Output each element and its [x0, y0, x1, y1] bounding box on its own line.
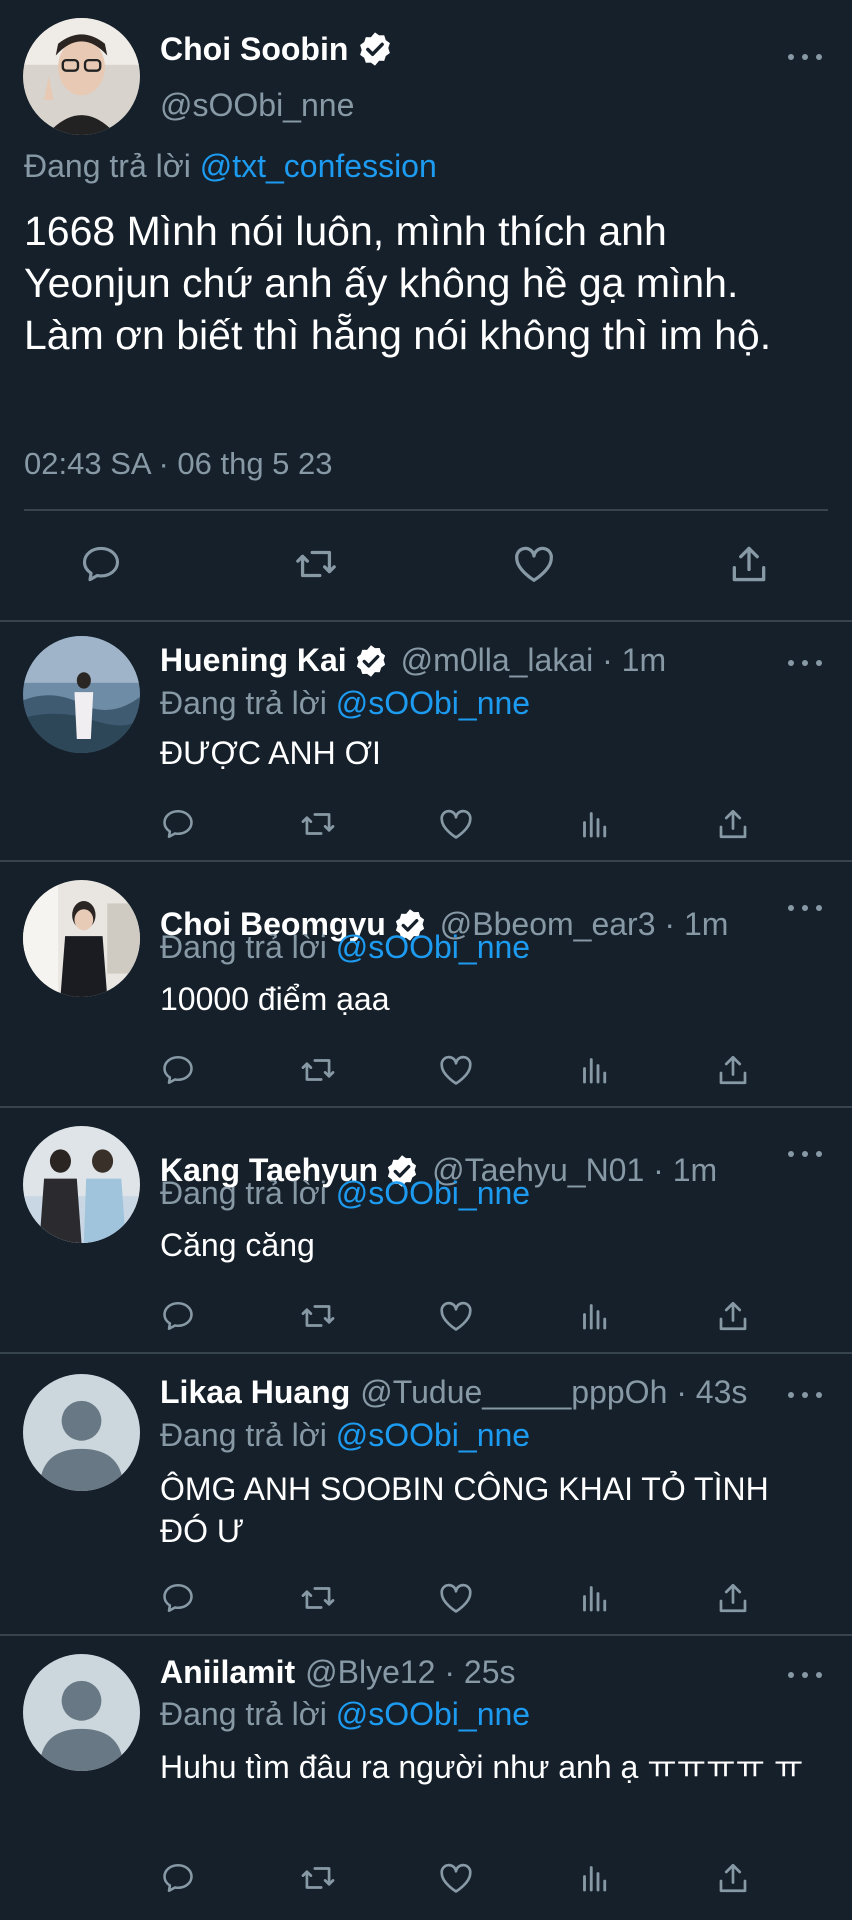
reply-prefix: Đang trả lời — [160, 929, 327, 965]
retweet-icon[interactable] — [298, 1858, 338, 1898]
divider — [24, 509, 828, 511]
reply-handle-link[interactable]: @sOObi_nne — [336, 1175, 530, 1211]
avatar[interactable] — [23, 880, 140, 997]
avatar[interactable] — [23, 1374, 140, 1491]
reply-icon[interactable] — [158, 804, 198, 844]
share-icon[interactable] — [713, 1050, 753, 1090]
display-name[interactable]: Choi Soobin — [160, 30, 394, 68]
display-name[interactable]: Likaa Huang — [160, 1374, 350, 1411]
reply-icon[interactable] — [158, 1578, 198, 1618]
handle-and-time: @Tudue_____pppOh · 43s — [360, 1374, 748, 1410]
reply-prefix: Đang trả lời — [24, 148, 191, 184]
reply-context: Đang trả lời @sOObi_nne — [160, 929, 530, 966]
reply-tweet[interactable]: Likaa Huang @Tudue_____pppOh · 43s Đang … — [0, 1354, 852, 1634]
display-name[interactable]: Huening Kai — [160, 642, 347, 679]
reply-prefix: Đang trả lời — [160, 1696, 327, 1732]
display-name-text[interactable]: Choi Soobin — [160, 31, 348, 68]
handle[interactable]: @sOObi_nne — [160, 87, 354, 124]
views-icon[interactable] — [575, 1050, 615, 1090]
heart-icon[interactable] — [436, 1578, 476, 1618]
share-icon[interactable] — [713, 804, 753, 844]
more-icon[interactable] — [788, 1670, 822, 1680]
reply-handle-link[interactable]: @sOObi_nne — [336, 1696, 530, 1732]
retweet-icon[interactable] — [298, 804, 338, 844]
tweet-text: 10000 điểm ạaa — [160, 981, 390, 1017]
views-icon[interactable] — [575, 804, 615, 844]
retweet-icon[interactable] — [298, 1050, 338, 1090]
reply-icon[interactable] — [158, 1858, 198, 1898]
handle-and-time: @Blye12 · 25s — [305, 1654, 516, 1690]
tweet-text: ĐƯỢC ANH ƠI — [160, 735, 381, 771]
views-icon[interactable] — [575, 1858, 615, 1898]
reply-header: Aniilamit @Blye12 · 25s — [160, 1654, 515, 1691]
reply-prefix: Đang trả lời — [160, 1417, 327, 1453]
share-icon[interactable] — [725, 540, 773, 588]
reply-handle-link[interactable]: @sOObi_nne — [336, 685, 530, 721]
display-name[interactable]: Aniilamit — [160, 1654, 295, 1691]
retweet-icon[interactable] — [298, 1296, 338, 1336]
views-icon[interactable] — [575, 1578, 615, 1618]
reply-context: Đang trả lời @sOObi_nne — [160, 1696, 530, 1733]
reply-icon[interactable] — [158, 1296, 198, 1336]
heart-icon[interactable] — [436, 1050, 476, 1090]
main-tweet: Choi Soobin @sOObi_nne Đang trả lời @txt… — [0, 0, 852, 620]
share-icon[interactable] — [713, 1578, 753, 1618]
tweet-text: Huhu tìm đâu ra người như anh ạ ㅠㅠㅠㅠ ㅠ — [160, 1749, 804, 1785]
reply-header: Likaa Huang @Tudue_____pppOh · 43s — [160, 1374, 747, 1411]
reply-handle-link[interactable]: @sOObi_nne — [336, 1417, 530, 1453]
reply-tweet[interactable]: Huening Kai @m0lla_lakai · 1m Đang trả l… — [0, 622, 852, 858]
reply-context: Đang trả lời @sOObi_nne — [160, 1417, 530, 1454]
reply-context: Đang trả lời @sOObi_nne — [160, 685, 530, 722]
reply-tweet[interactable]: Aniilamit @Blye12 · 25s Đang trả lời @sO… — [0, 1636, 852, 1920]
heart-icon[interactable] — [436, 1858, 476, 1898]
tweet-text: 1668 Mình nói luôn, mình thích anh Yeonj… — [24, 208, 772, 358]
reply-prefix: Đang trả lời — [160, 685, 327, 721]
heart-icon[interactable] — [510, 540, 558, 588]
reply-tweet[interactable]: Kang Taehyun @Taehyu_N01 · 1m Đang trả l… — [0, 1108, 852, 1352]
more-icon[interactable] — [788, 1390, 822, 1400]
reply-context: Đang trả lời @txt_confession — [24, 148, 437, 185]
more-icon[interactable] — [788, 658, 822, 668]
reply-icon[interactable] — [77, 540, 125, 588]
reply-tweet[interactable]: Choi Beomgyu @Bbeom_ear3 · 1m Đang trả l… — [0, 862, 852, 1106]
verified-badge-icon — [353, 643, 389, 679]
share-icon[interactable] — [713, 1858, 753, 1898]
more-icon[interactable] — [788, 52, 822, 62]
tweet-timestamp[interactable]: 02:43 SA · 06 thg 5 23 — [24, 446, 333, 482]
verified-badge-icon — [356, 30, 394, 68]
heart-icon[interactable] — [436, 804, 476, 844]
avatar[interactable] — [23, 636, 140, 753]
avatar[interactable] — [23, 18, 140, 135]
reply-handle-link[interactable]: @sOObi_nne — [336, 929, 530, 965]
more-icon[interactable] — [788, 903, 822, 913]
reply-prefix: Đang trả lời — [160, 1175, 327, 1211]
more-icon[interactable] — [788, 1149, 822, 1159]
views-icon[interactable] — [575, 1296, 615, 1336]
reply-handle-link[interactable]: @txt_confession — [200, 148, 437, 184]
reply-context: Đang trả lời @sOObi_nne — [160, 1175, 530, 1212]
retweet-icon[interactable] — [292, 540, 340, 588]
share-icon[interactable] — [713, 1296, 753, 1336]
avatar[interactable] — [23, 1126, 140, 1243]
avatar[interactable] — [23, 1654, 140, 1771]
retweet-icon[interactable] — [298, 1578, 338, 1618]
heart-icon[interactable] — [436, 1296, 476, 1336]
reply-icon[interactable] — [158, 1050, 198, 1090]
tweet-text: ÔMG ANH SOOBIN CÔNG KHAI TỎ TÌNH ĐÓ Ư — [160, 1471, 769, 1549]
handle-and-time: @m0lla_lakai · 1m — [400, 642, 667, 678]
reply-header: Huening Kai @m0lla_lakai · 1m — [160, 642, 666, 679]
tweet-text: Căng căng — [160, 1227, 315, 1263]
